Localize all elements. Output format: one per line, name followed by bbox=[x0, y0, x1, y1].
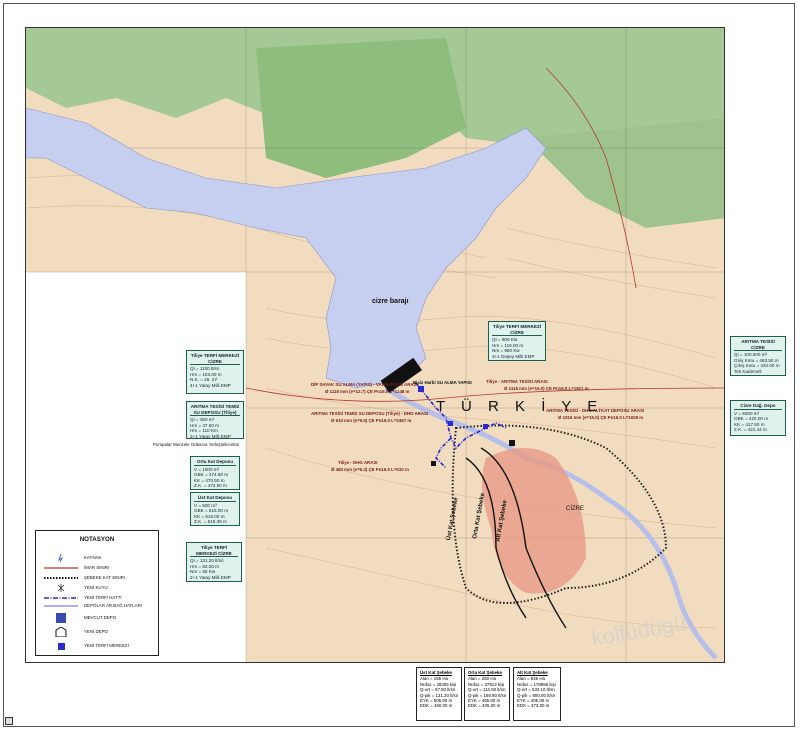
stats-row: Q-ort = 533.10 lt/sn bbox=[517, 687, 555, 693]
existing-tank-icon bbox=[44, 613, 78, 623]
callout-terfi-left[interactable]: Tiliye TERFİ MERKEZİ CİZRE Qi = 1100 lt/… bbox=[186, 350, 244, 394]
route-label-6: Ø 483 mm (e=6.3) ÇE Pn16.0 L=510 m bbox=[331, 467, 409, 472]
legend-label: YENİ TERFİ MERKEZİ bbox=[84, 643, 129, 648]
stats-title: Orta Kat Şebeke bbox=[468, 670, 502, 675]
callout-row: 2+1 Yatay Milli EMP bbox=[190, 574, 231, 580]
stats-alt-kat: Alt Kat Şebeke Alan = 945 Ha Nüfus = 178… bbox=[513, 667, 561, 721]
route-label-10: Ø 1016 mm (e=15.0) ÇE Pn16.0 L=1029 m bbox=[558, 415, 644, 420]
zoning-boundary-icon bbox=[44, 563, 78, 573]
spring-icon bbox=[44, 553, 78, 563]
callout-aritma-temiz[interactable]: ARITMA TESİSİ TEMİZ SU DEPOSU (Tiliye) Q… bbox=[186, 401, 244, 439]
route-label-3: ARITMA TESİSİ TEMİZ SU DEPOSU (Tiliye) -… bbox=[311, 411, 429, 416]
new-well-icon bbox=[44, 583, 78, 593]
callout-row: 3+1 Düşey Milli EMP bbox=[492, 353, 535, 359]
route-label-12: Pompalar Menzele Odasına Yerleştirilecek… bbox=[153, 442, 240, 447]
route-label-1: DİP SAVAK SU ALMA (YAPIS) - VANA ODASI A… bbox=[311, 382, 418, 387]
route-label-2: Ø 1118 mm (e=12.7) ÇE Pn16.0 L=1148 m bbox=[325, 389, 410, 394]
stats-title: Alt Kat Şebeke bbox=[517, 670, 548, 675]
legend-label: KAYNAK bbox=[84, 555, 102, 560]
legend-label: YENİ KUYU bbox=[84, 585, 108, 590]
callout-title: ARITMA TESİSİ CİZRE bbox=[734, 339, 782, 352]
resize-handle[interactable] bbox=[5, 717, 13, 725]
callout-title: Tiliye TERFİ MERKEZİ CİZRE bbox=[190, 545, 238, 558]
callout-title: Orta Kat Deposu bbox=[194, 459, 236, 466]
stats-orta-kat: Orta Kat Şebeke Alan = 250 Ha Nüfus = 37… bbox=[464, 667, 510, 721]
callout-row: Tek Kademeli bbox=[734, 368, 762, 374]
legend-item: DEPOLAR AR.BAĞ.HATLARI bbox=[44, 601, 156, 611]
callout-row: Z.K. = 421.44 m bbox=[734, 427, 767, 433]
callout-terfi-top-right[interactable]: Tiliye TERFİ MERKEZİ CİZRE Qi = 900 Kla … bbox=[488, 321, 546, 361]
stats-row: Q-ort = 87.50 lt/sn bbox=[420, 687, 456, 693]
tank-icon-4 bbox=[431, 461, 436, 466]
legend-item: YENİ KUYU bbox=[44, 583, 156, 593]
legend-item: KAYNAK bbox=[44, 553, 156, 563]
city-label: CİZRE bbox=[566, 506, 584, 512]
route-label-5: Tiliye - DHG ARASI bbox=[338, 460, 378, 465]
legend-item: MEVCUT DEPO bbox=[44, 613, 156, 623]
new-tank-icon bbox=[44, 626, 78, 638]
legend: NOTASYON KAYNAK İMAR SINIRI ŞEBEKE KAT S… bbox=[35, 530, 159, 656]
route-label-11: Bisiz Harbi SU ALMA YAPISI bbox=[413, 380, 472, 385]
legend-item: ŞEBEKE KAT SINIRI bbox=[44, 573, 156, 583]
legend-item: YENİ DEPO bbox=[44, 626, 156, 638]
callout-aritma-right[interactable]: ARITMA TESİSİ CİZRE Qi = 100.000 m³ Giri… bbox=[730, 336, 786, 376]
legend-label: DEPOLAR AR.BAĞ.HATLARI bbox=[84, 603, 142, 608]
network-boundary-icon bbox=[44, 573, 78, 583]
callout-title: Tiliye TERFİ MERKEZİ CİZRE bbox=[492, 324, 542, 337]
legend-label: YENİ TERFİ HATTI bbox=[84, 595, 122, 600]
tank-icon-1 bbox=[418, 386, 424, 392]
callout-ust-depo[interactable]: Üst Kat Deposu V = 500 m³ GBK = 516.00 m… bbox=[190, 492, 240, 526]
legend-label: YENİ DEPO bbox=[84, 629, 108, 634]
stats-row: EDK = 450.00 m bbox=[420, 703, 453, 709]
callout-title: Tiliye TERFİ MERKEZİ CİZRE bbox=[190, 353, 240, 366]
legend-label: MEVCUT DEPO bbox=[84, 615, 117, 620]
callout-row: 4+1 Yatay Milli EMP bbox=[190, 382, 231, 388]
route-label-9: ARITMA TESİSİ - DHG ALTKAT DEPOSU ARASI bbox=[546, 408, 645, 413]
distribution-line-icon bbox=[44, 601, 78, 611]
legend-item: YENİ TERFİ MERKEZİ bbox=[44, 641, 156, 651]
callout-title: ARITMA TESİSİ TEMİZ SU DEPOSU (Tiliye) bbox=[190, 404, 240, 417]
stats-row: Q-ort = 112.50 lt/sn bbox=[468, 687, 506, 693]
stats-row: EDK = 405.00 m bbox=[468, 703, 501, 709]
route-label-8: Ø 1118 mm (e=16.0) ÇE Pn16.0 L=1921 m bbox=[504, 386, 589, 391]
callout-row: Z.K. = 516.39 m bbox=[194, 519, 227, 525]
stats-title: Üst Kat Şebeke bbox=[420, 670, 452, 675]
callout-title: Üst Kat Deposu bbox=[194, 495, 236, 502]
callout-cizre-depo[interactable]: Cizre Dağ. Depo V = 5000 m³ GBK = 420.00… bbox=[730, 400, 786, 436]
callout-title: Cizre Dağ. Depo bbox=[734, 403, 782, 410]
legend-item: İMAR SINIRI bbox=[44, 563, 156, 573]
legend-label: ŞEBEKE KAT SINIRI bbox=[84, 575, 126, 580]
route-label-4: Ø 610 mm (e=9.5) ÇE Pn16.0 L=2467 m bbox=[331, 418, 412, 423]
dam-label: cizre barajı bbox=[372, 298, 409, 305]
legend-label: İMAR SINIRI bbox=[84, 565, 110, 570]
legend-title: NOTASYON bbox=[79, 536, 115, 543]
tank-icon-2 bbox=[448, 421, 453, 426]
route-label-7: Tiliye - ARITMA TESİSİ ARASI bbox=[486, 379, 548, 384]
stats-ust-kat: Üst Kat Şebeke Alan = 155 Ha Nüfus = 283… bbox=[416, 667, 462, 721]
new-pump-station-icon bbox=[44, 641, 78, 651]
tank-icon-3 bbox=[483, 424, 488, 429]
callout-row: 2+1 Yatay Milli EMP bbox=[190, 433, 231, 439]
callout-row: Z.K. = 473.90 m bbox=[194, 483, 227, 489]
callout-terfi-bottom[interactable]: Tiliye TERFİ MERKEZİ CİZRE Qi = 131.20 l… bbox=[186, 542, 242, 582]
tank-icon-5 bbox=[509, 440, 515, 446]
stats-row: EDK = 373.00 m bbox=[517, 703, 550, 709]
callout-orta-depo[interactable]: Orta Kat Deposu V = 1000 m³ GBK = 474.50… bbox=[190, 456, 240, 490]
